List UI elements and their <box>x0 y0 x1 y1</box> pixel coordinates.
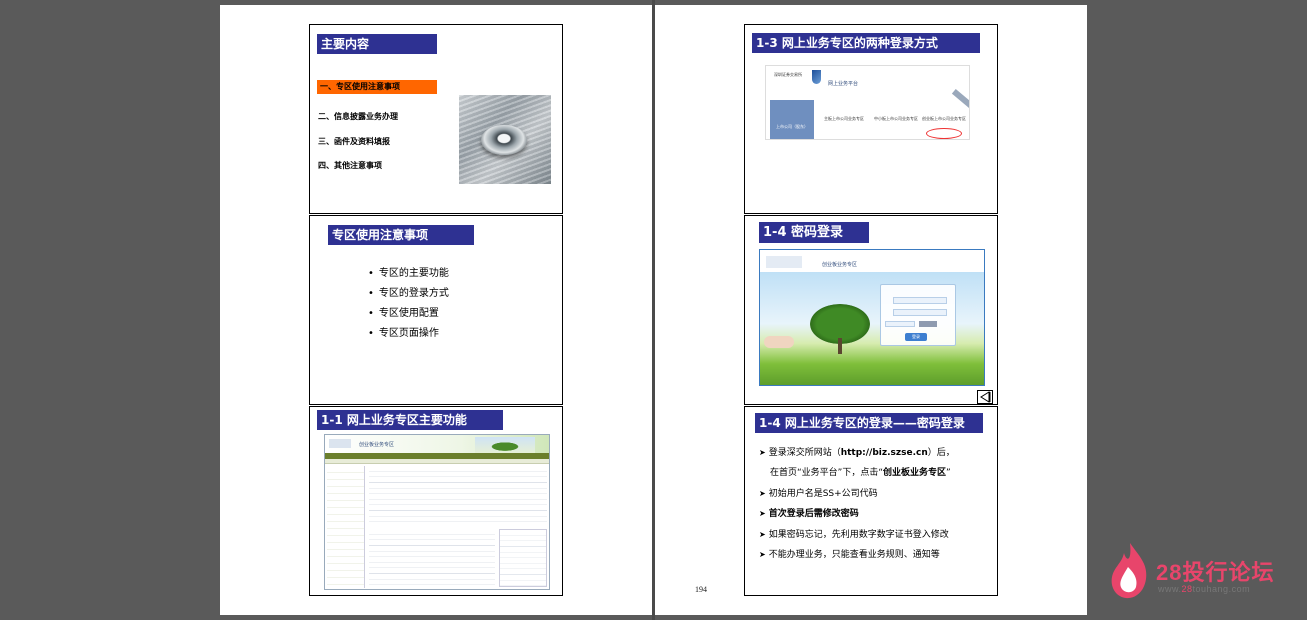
right-panel <box>499 529 547 587</box>
option-sme-board[interactable]: 中小板上市公司业务专区 <box>874 116 918 122</box>
captcha-image <box>919 321 937 327</box>
arrow-bullet-icon: ➤ <box>759 550 766 559</box>
login-methods-screenshot: 深圳证券交易所 网上业务平台 上市公司（股东） 主板上市公司业务专区 中小板上市… <box>765 65 970 140</box>
announcement-list <box>369 529 495 587</box>
instruction-item: ➤ 登录深交所网站（http://biz.szse.cn）后， <box>759 448 955 458</box>
bullet-item: 专区使用配置 <box>368 304 439 319</box>
site-name: 创业板业务专区 <box>359 442 395 448</box>
forum-watermark: 28投行论坛 www.28touhang.com <box>1108 541 1293 601</box>
option-chinext[interactable]: 创业板上市公司业务专区 <box>922 116 966 122</box>
sub-nav <box>325 459 549 464</box>
slide-two-login-methods: 1-3 网上业务专区的两种登录方式 深圳证券交易所 网上业务平台 上市公司（股东… <box>744 24 998 214</box>
hand-seedling <box>764 336 794 348</box>
exchange-logo <box>329 439 351 448</box>
slide-title: 专区使用注意事项 <box>328 225 474 245</box>
flame-logo-icon <box>1111 543 1147 599</box>
toc-item-active: 一、专区使用注意事项 <box>317 80 437 94</box>
instruction-item: ➤ 不能办理业务，只能查看业务规则、通知等 <box>759 550 940 560</box>
arrow-bullet-icon: ➤ <box>759 489 766 498</box>
option-listed-company[interactable]: 上市公司（股东） <box>776 124 808 130</box>
username-input[interactable] <box>893 297 947 304</box>
exchange-logo <box>766 256 802 268</box>
slide-zone-notes: 专区使用注意事项 专区的主要功能 专区的登录方式 专区使用配置 专区页面操作 <box>309 215 563 405</box>
page-number: 194 <box>695 585 707 594</box>
toc-item: 二、信息披露业务办理 <box>318 112 398 121</box>
site-name: 创业板业务专区 <box>822 262 858 268</box>
selected-option <box>770 100 814 139</box>
arrow-bullet-icon: ➤ <box>759 530 766 539</box>
slide-title: 1-3 网上业务专区的两种登录方式 <box>752 33 980 53</box>
zone-screenshot: 创业板业务专区 <box>324 434 550 590</box>
instruction-item: ➤ 初始用户名是SS+公司代码 <box>759 489 878 499</box>
slide-password-login-details: 1-4 网上业务专区的登录——密码登录 ➤ 登录深交所网站（http://biz.… <box>744 406 998 596</box>
document-page-193: 主要内容 一、专区使用注意事项 二、信息披露业务办理 三、函件及资料填报 四、其… <box>220 5 652 615</box>
login-panel: 登录 <box>880 284 956 346</box>
document-page-194: 1-3 网上业务专区的两种登录方式 深圳证券交易所 网上业务平台 上市公司（股东… <box>655 5 1087 615</box>
watermark-url: www.28touhang.com <box>1158 584 1251 594</box>
slide-main-content: 主要内容 一、专区使用注意事项 二、信息披露业务办理 三、函件及资料填报 四、其… <box>309 24 563 214</box>
bullet-item: 专区的主要功能 <box>368 264 449 279</box>
tree-banner <box>475 437 535 453</box>
slide-main-functions: 1-1 网上业务专区主要功能 创业板业务专区 193 <box>309 406 563 596</box>
login-button[interactable]: 登录 <box>905 333 927 341</box>
exchange-logo: 深圳证券交易所 <box>774 70 821 88</box>
instruction-item: 在首页“业务平台”下，点击“创业板业务专区” <box>770 468 951 478</box>
watermark-brand: 28投行论坛 <box>1156 560 1275 585</box>
notice-list <box>369 466 547 526</box>
password-input[interactable] <box>893 309 947 316</box>
slide-password-login: 1-4 密码登录 创业板业务专区 登录 <box>744 215 998 405</box>
coin-photo <box>459 95 551 184</box>
slide-title: 主要内容 <box>317 34 437 54</box>
highlight-circle <box>926 128 962 139</box>
login-page-screenshot: 创业板业务专区 登录 <box>759 249 985 386</box>
toc-item: 三、函件及资料填报 <box>318 137 390 146</box>
arrow-bullet-icon: ➤ <box>759 509 766 518</box>
corner-ribbon <box>951 88 969 110</box>
left-menu <box>327 466 365 588</box>
slide-title: 1-4 网上业务专区的登录——密码登录 <box>755 413 983 433</box>
tree-trunk <box>838 338 842 354</box>
bullet-item: 专区的登录方式 <box>368 284 449 299</box>
platform-name: 网上业务平台 <box>828 81 859 87</box>
back-nav-button[interactable] <box>977 390 993 404</box>
slide-title: 1-4 密码登录 <box>759 222 869 243</box>
slide-title: 1-1 网上业务专区主要功能 <box>317 410 503 430</box>
instruction-item: ➤ 如果密码忘记，先利用数字数字证书登入修改 <box>759 530 949 540</box>
toc-item: 四、其他注意事项 <box>318 161 382 170</box>
instruction-item: ➤ 首次登录后需修改密码 <box>759 509 859 519</box>
bullet-item: 专区页面操作 <box>368 324 439 339</box>
arrow-bullet-icon: ➤ <box>759 448 766 457</box>
captcha-input[interactable] <box>885 321 915 327</box>
triangle-left-icon <box>980 391 991 403</box>
option-main-board[interactable]: 主板上市公司业务专区 <box>824 116 864 122</box>
